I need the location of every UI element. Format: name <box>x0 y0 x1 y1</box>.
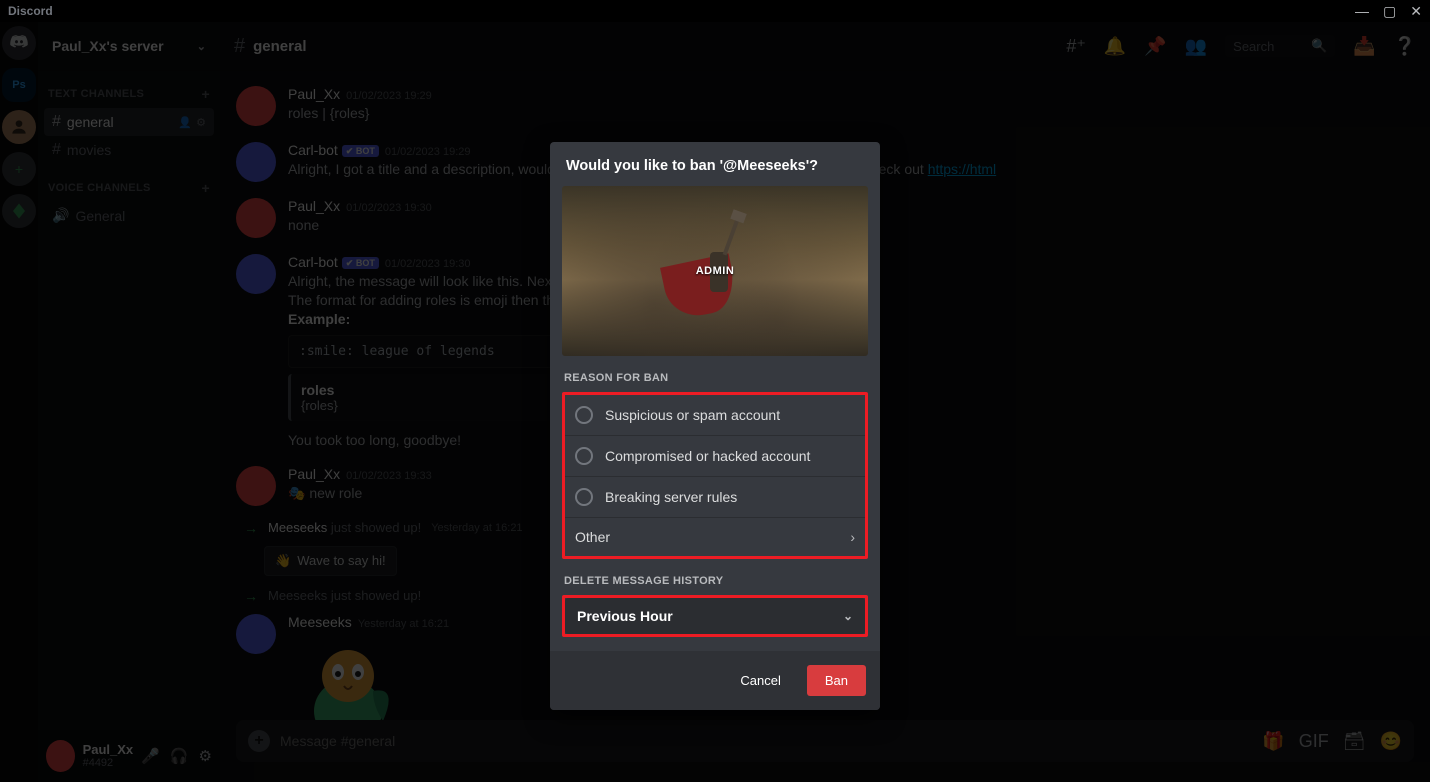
ban-reason-other[interactable]: Other › <box>565 518 865 556</box>
reason-label: Compromised or hacked account <box>605 448 810 464</box>
radio-icon <box>575 488 593 506</box>
reason-label: Other <box>575 529 610 545</box>
delete-history-label: DELETE MESSAGE HISTORY <box>550 559 880 595</box>
admin-overlay-text: ADMIN <box>696 265 735 277</box>
ban-gif: ADMIN <box>562 186 868 356</box>
modal-title: Would you like to ban '@Meeseeks'? <box>550 142 880 186</box>
ban-reason-list: Suspicious or spam account Compromised o… <box>562 392 868 559</box>
chevron-down-icon: ⌄ <box>843 609 853 623</box>
ban-reason-suspicious[interactable]: Suspicious or spam account <box>565 395 865 436</box>
ban-reason-compromised[interactable]: Compromised or hacked account <box>565 436 865 477</box>
app-name: Discord <box>8 4 53 18</box>
window-maximize-icon[interactable]: ▢ <box>1383 3 1396 20</box>
radio-icon <box>575 406 593 424</box>
window-close-icon[interactable]: ✕ <box>1410 3 1422 20</box>
select-value: Previous Hour <box>577 608 673 624</box>
reason-label: Suspicious or spam account <box>605 407 780 423</box>
ban-button[interactable]: Ban <box>807 665 866 696</box>
chevron-right-icon: › <box>850 529 855 545</box>
window-minimize-icon[interactable]: — <box>1355 3 1369 20</box>
ban-modal: Would you like to ban '@Meeseeks'? ADMIN… <box>550 142 880 710</box>
reason-section-label: REASON FOR BAN <box>550 356 880 392</box>
cancel-button[interactable]: Cancel <box>722 665 798 696</box>
reason-label: Breaking server rules <box>605 489 737 505</box>
radio-icon <box>575 447 593 465</box>
ban-reason-breaking-rules[interactable]: Breaking server rules <box>565 477 865 518</box>
delete-history-select[interactable]: Previous Hour ⌄ <box>565 598 865 634</box>
